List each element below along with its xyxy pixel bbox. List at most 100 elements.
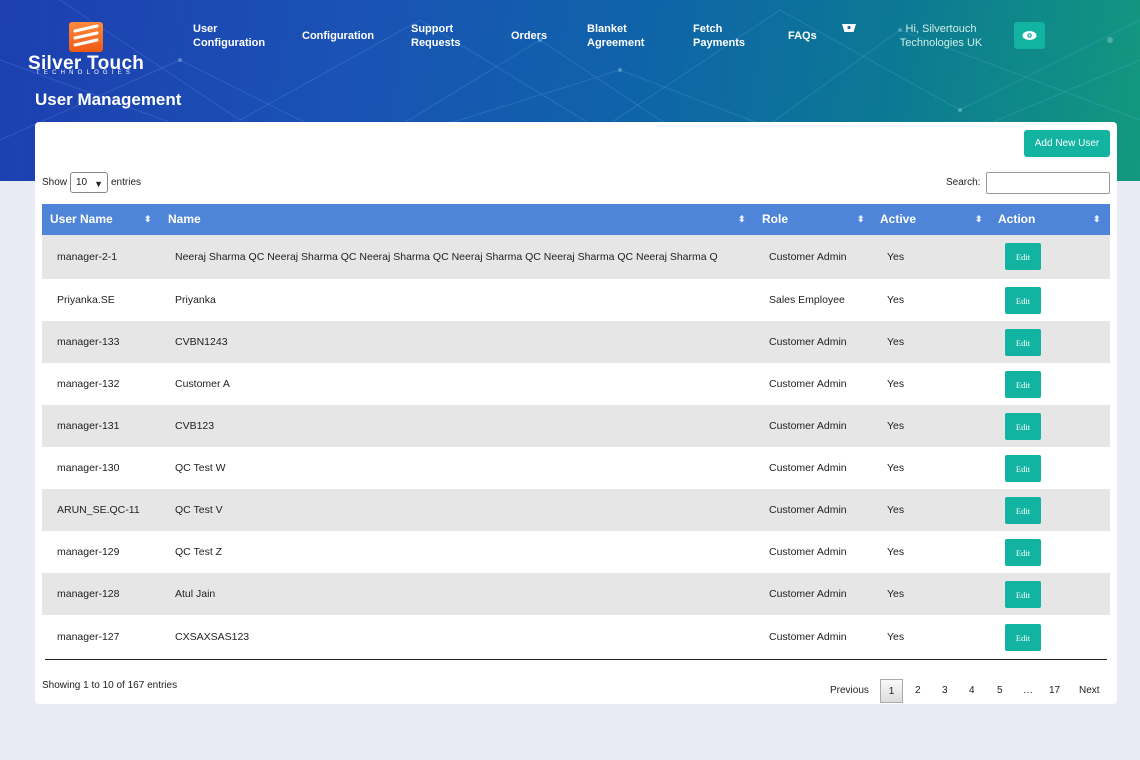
cell-active: Yes [887,251,905,263]
pagination-page[interactable]: 2 [915,685,921,696]
cell-role: Customer Admin [769,546,847,558]
cell-active: Yes [887,504,905,516]
chevron-down-icon: ▼ [94,179,103,189]
cell-name: Atul Jain [175,588,216,600]
table-row: manager-132 Customer A Customer Admin Ye… [42,363,1110,405]
column-header-username[interactable]: User Name [50,204,113,235]
company-logo[interactable]: Silver Touch TECHNOLOGIES [24,20,154,80]
nav-faqs[interactable]: FAQs [788,29,817,43]
sort-icon[interactable]: ⬍ [144,204,152,235]
user-greeting[interactable]: Hi, Silvertouch Technologies UK [895,22,987,50]
cell-role: Customer Admin [769,462,847,474]
view-toggle-button[interactable] [1014,22,1045,49]
cell-role: Customer Admin [769,420,847,432]
cell-username: manager-128 [57,588,120,600]
table-row: manager-133 CVBN1243 Customer Admin Yes … [42,321,1110,363]
logo-mark-icon [69,22,103,52]
sort-icon[interactable]: ⬍ [857,204,865,235]
cell-name: Neeraj Sharma QC Neeraj Sharma QC Neeraj… [175,251,718,263]
entries-label: entries [111,177,142,188]
edit-button[interactable]: Edit [1005,371,1041,398]
search-label: Search: [946,177,981,188]
cell-username: manager-2-1 [57,251,118,263]
show-label: Show [42,177,68,188]
pagination-page[interactable]: 3 [942,685,948,696]
entries-value: 10 [76,177,88,188]
cell-active: Yes [887,294,905,306]
sort-icon[interactable]: ⬍ [738,204,746,235]
cell-role: Customer Admin [769,631,847,643]
pagination-next[interactable]: Next [1079,685,1100,696]
table-row: manager-2-1 Neeraj Sharma QC Neeraj Shar… [42,235,1110,279]
edit-button[interactable]: Edit [1005,243,1041,270]
pagination-page-current[interactable]: 1 [880,679,903,703]
search-input[interactable] [986,172,1110,194]
pagination-page[interactable]: 5 [997,685,1003,696]
edit-button[interactable]: Edit [1005,455,1041,482]
table-row: manager-130 QC Test W Customer Admin Yes… [42,447,1110,489]
table-info: Showing 1 to 10 of 167 entries [42,680,178,691]
edit-button[interactable]: Edit [1005,329,1041,356]
add-new-user-button[interactable]: Add New User [1024,130,1110,157]
cell-active: Yes [887,420,905,432]
table-row: ARUN_SE.QC-11 QC Test V Customer Admin Y… [42,489,1110,531]
cell-role: Customer Admin [769,504,847,516]
cell-name: CXSAXSAS123 [175,631,250,643]
cell-active: Yes [887,378,905,390]
basket-icon[interactable] [841,20,857,36]
edit-button[interactable]: Edit [1005,624,1041,651]
cell-role: Customer Admin [769,336,847,348]
column-header-role[interactable]: Role [762,204,788,235]
cell-active: Yes [887,631,905,643]
cell-name: Customer A [175,378,230,390]
cell-active: Yes [887,336,905,348]
cell-name: Priyanka [175,294,216,306]
eye-icon [1022,31,1037,40]
table-row: manager-128 Atul Jain Customer Admin Yes… [42,573,1110,615]
cell-username: manager-131 [57,420,120,432]
column-header-active[interactable]: Active [880,204,916,235]
cell-username: manager-127 [57,631,120,643]
cell-username: Priyanka.SE [57,294,115,306]
cell-username: ARUN_SE.QC-11 [57,504,140,516]
cell-name: CVBN1243 [175,336,228,348]
pagination-page[interactable]: 17 [1049,685,1060,696]
cell-username: manager-129 [57,546,120,558]
cell-role: Customer Admin [769,251,847,263]
sort-icon[interactable]: ⬍ [975,204,983,235]
nav-fetch-payments[interactable]: Fetch Payments [693,22,745,50]
nav-user-configuration[interactable]: User Configuration [193,22,265,50]
cell-role: Customer Admin [769,378,847,390]
edit-button[interactable]: Edit [1005,497,1041,524]
nav-blanket-agreement[interactable]: Blanket Agreement [587,22,644,50]
pagination-previous[interactable]: Previous [830,685,869,696]
user-table-card: Add New User Show 10 ▼ entries Search: U… [35,122,1117,704]
cell-name: CVB123 [175,420,215,432]
table-row: Priyanka.SE Priyanka Sales Employee Yes … [42,279,1110,321]
cell-name: QC Test W [175,462,226,474]
table-row: manager-131 CVB123 Customer Admin Yes Ed… [42,405,1110,447]
nav-configuration[interactable]: Configuration [302,29,374,43]
cell-role: Customer Admin [769,588,847,600]
cell-active: Yes [887,588,905,600]
edit-button[interactable]: Edit [1005,539,1041,566]
logo-tagline: TECHNOLOGIES [36,70,135,76]
cell-name: QC Test V [175,504,223,516]
table-header: User Name ⬍ Name ⬍ Role ⬍ Active ⬍ Actio… [42,204,1110,235]
nav-support-requests[interactable]: Support Requests [411,22,461,50]
sort-icon[interactable]: ⬍ [1093,204,1101,235]
edit-button[interactable]: Edit [1005,581,1041,608]
entries-select[interactable]: 10 ▼ [70,172,108,193]
edit-button[interactable]: Edit [1005,413,1041,440]
cell-username: manager-132 [57,378,120,390]
column-header-name[interactable]: Name [168,204,201,235]
nav-orders[interactable]: Orders [511,29,547,43]
cell-active: Yes [887,462,905,474]
column-header-action[interactable]: Action [998,204,1035,235]
edit-button[interactable]: Edit [1005,287,1041,314]
pagination-page[interactable]: 4 [969,685,975,696]
cell-username: manager-133 [57,336,120,348]
cell-active: Yes [887,546,905,558]
cell-name: QC Test Z [175,546,223,558]
page-title: User Management [35,90,182,109]
